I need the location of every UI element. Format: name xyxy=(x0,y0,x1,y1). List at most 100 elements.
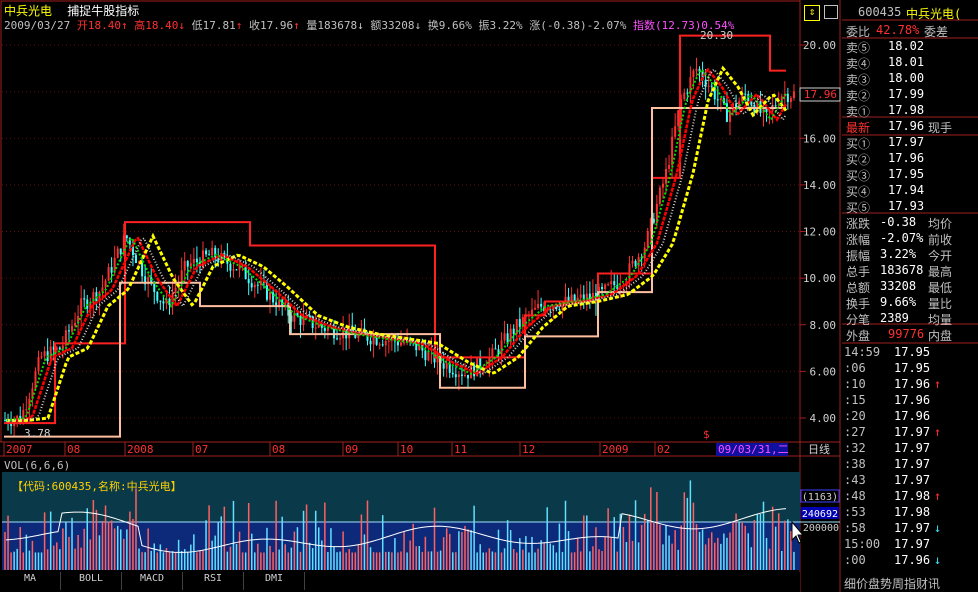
candle-body xyxy=(43,351,46,357)
stat-value: 3.22% xyxy=(880,247,917,261)
panel-stock-code: 600435 xyxy=(858,5,902,19)
panel-footer[interactable]: 细价盘势周指财讯 xyxy=(844,575,940,592)
candle-body xyxy=(256,284,259,286)
candle-body xyxy=(491,348,494,358)
buy-level-label: 买② xyxy=(846,153,871,167)
candle-body xyxy=(695,68,698,71)
tick-price: 17.97 xyxy=(894,473,931,487)
tick-time: :06 xyxy=(844,361,866,375)
tab-macd[interactable]: MACD xyxy=(122,572,183,590)
candle-body xyxy=(40,356,43,358)
candle-body xyxy=(159,300,162,302)
arrow-up-icon: ↑ xyxy=(293,19,300,32)
buy-level-price: 17.94 xyxy=(888,183,925,197)
candle-body xyxy=(716,99,719,101)
sell-level-label: 卖③ xyxy=(846,73,871,87)
tab-dmi[interactable]: DMI xyxy=(244,572,305,590)
candle-body xyxy=(689,77,692,94)
stat-label: 总额 xyxy=(846,281,871,295)
candle-body xyxy=(269,292,272,300)
candle-body xyxy=(451,372,454,375)
sell-level-label: 卖② xyxy=(846,89,871,103)
stat-label: 振幅 xyxy=(846,249,871,263)
quote-volume: 量183678 xyxy=(306,19,358,32)
buy-level-label: 买③ xyxy=(846,169,871,183)
stat-label: 换手 xyxy=(846,297,871,311)
candle-body xyxy=(457,374,460,378)
sell-level-label: 卖① xyxy=(846,105,871,119)
sell-level-label: 卖④ xyxy=(846,57,871,71)
candle-body xyxy=(530,309,533,316)
tick-time: :38 xyxy=(844,457,866,471)
pin-icon[interactable]: ⇕ xyxy=(804,5,820,21)
candle-body xyxy=(134,255,137,264)
xianshou-label: 现手 xyxy=(928,121,953,135)
buy-level-label: 买④ xyxy=(846,185,871,199)
candle-body xyxy=(369,340,372,345)
sell-level-label: 卖⑤ xyxy=(846,41,871,55)
candle-body xyxy=(576,297,579,301)
candle-body xyxy=(658,187,661,204)
candle-body xyxy=(534,308,537,310)
candle-body xyxy=(125,235,128,239)
tick-time: :15 xyxy=(844,393,866,407)
candle-body xyxy=(71,325,74,332)
stat-value: 33208 xyxy=(880,279,917,293)
candle-body xyxy=(67,330,70,332)
arrow-up-icon: ↑ xyxy=(120,19,128,32)
tick-time: :58 xyxy=(844,521,866,535)
candle-body xyxy=(686,92,689,94)
candle-body xyxy=(183,261,186,271)
candle-body xyxy=(211,247,214,256)
tick-time: :53 xyxy=(844,505,866,519)
candle-body xyxy=(463,374,466,377)
tick-time: :48 xyxy=(844,489,866,503)
candle-body xyxy=(25,409,28,411)
x-axis-label: 11 xyxy=(454,443,467,456)
stat-label-2: 最高 xyxy=(928,265,953,279)
candle-body xyxy=(232,269,235,271)
candle-body xyxy=(189,263,192,267)
candle-body xyxy=(579,294,582,298)
tick-price: 17.97 xyxy=(894,425,931,439)
candle-body xyxy=(506,333,509,343)
candle-body xyxy=(314,327,317,329)
candle-body xyxy=(37,357,40,372)
tick-price: 17.98 xyxy=(894,505,931,519)
tab-ma[interactable]: MA xyxy=(0,572,61,590)
candle-body xyxy=(427,350,430,361)
sell-level-price: 18.00 xyxy=(888,71,925,85)
tick-arrow-icon: ↑ xyxy=(934,377,942,391)
vol-info: 【代码:600435,名称:中兵光电】 xyxy=(12,480,182,493)
x-axis-label: 08 xyxy=(67,443,80,456)
latest-label: 最新 xyxy=(846,121,871,135)
candle-body xyxy=(744,93,747,95)
quote-low: 低17.81 xyxy=(191,19,236,32)
candle-body xyxy=(725,103,728,122)
candle-body xyxy=(381,344,384,346)
tick-price: 17.97 xyxy=(894,457,931,471)
stat-label: 总手 xyxy=(846,265,871,279)
stat-label-2: 今开 xyxy=(928,249,953,263)
x-axis-label: 2009 xyxy=(602,443,629,456)
tick-time: 14:59 xyxy=(844,345,881,359)
candle-body xyxy=(668,165,671,169)
tick-arrow-icon: ↑ xyxy=(934,489,942,503)
quote-close: 收17.96 xyxy=(248,19,294,32)
panel-toggle-icon[interactable] xyxy=(824,5,838,19)
outer-label: 外盘 xyxy=(846,329,871,343)
candle-body xyxy=(250,283,253,288)
tick-price: 17.96 xyxy=(894,377,931,391)
x-axis-label: 08 xyxy=(272,443,285,456)
candle-body xyxy=(400,342,402,346)
sell-level-price: 18.02 xyxy=(888,39,925,53)
buy-level-label: 买⑤ xyxy=(846,201,871,215)
tick-price: 17.96 xyxy=(894,409,931,423)
candle-body xyxy=(403,342,406,344)
candle-body xyxy=(454,374,457,378)
candle-body xyxy=(613,281,616,286)
stat-label-2: 均量 xyxy=(928,313,953,327)
tab-rsi[interactable]: RSI xyxy=(183,572,244,590)
tab-boll[interactable]: BOLL xyxy=(61,572,122,590)
stat-label-2: 均价 xyxy=(928,217,953,231)
